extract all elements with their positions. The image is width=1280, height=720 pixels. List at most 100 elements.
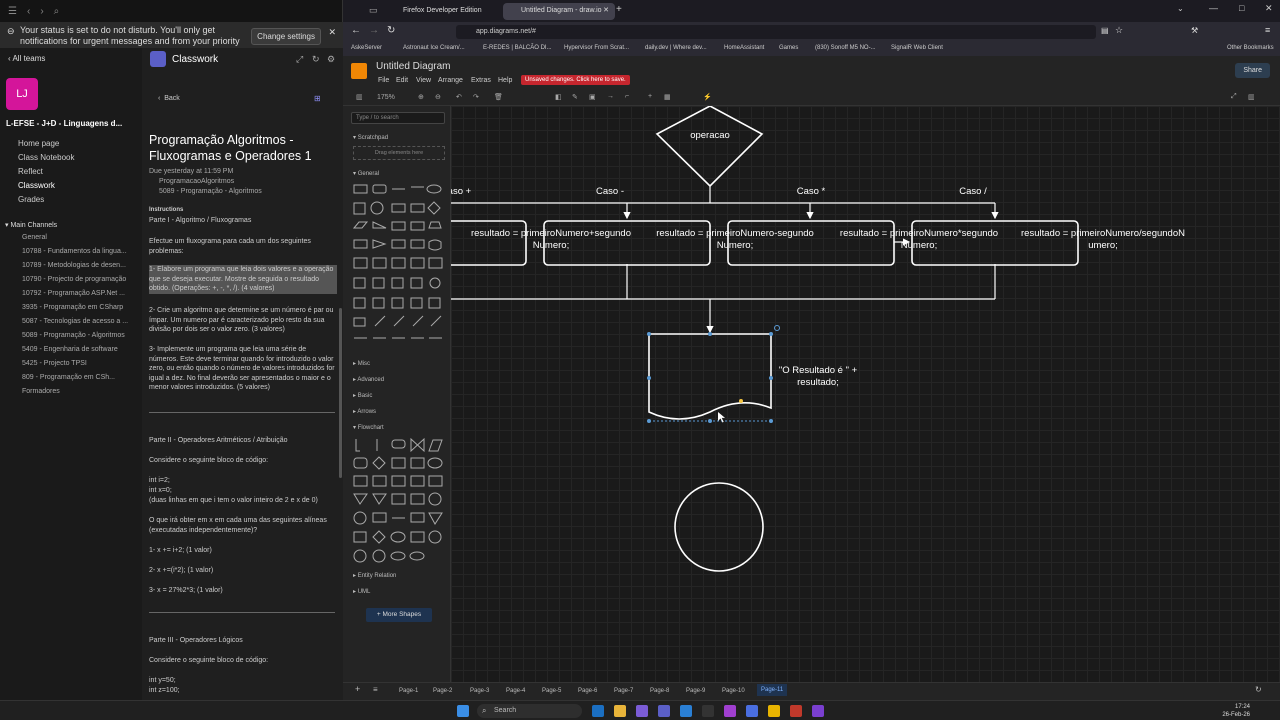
taskbar-search[interactable]: ⌕ Search (477, 704, 582, 718)
new-tab-icon[interactable]: + (616, 4, 622, 15)
bookmark-item[interactable]: E-REDES | BALCÃO DI... (483, 45, 552, 51)
minimize-icon[interactable]: — (1209, 3, 1218, 13)
scratchpad-dropzone[interactable]: Drag elements here (353, 146, 445, 160)
channel-item[interactable]: 5425 - Projecto TPSI (22, 360, 87, 367)
scratchpad-header[interactable]: ▾ Scratchpad (353, 134, 388, 141)
sync-icon[interactable]: ↻ (1255, 685, 1262, 694)
page-tab[interactable]: Page-3 (470, 688, 489, 694)
flowchart-diagram[interactable]: operacao Caso + (451, 106, 1280, 682)
back-arrow-icon[interactable]: ← (351, 25, 361, 36)
back-icon[interactable]: ‹ (27, 6, 30, 17)
pages-menu-icon[interactable]: ≡ (373, 685, 378, 694)
redo-icon[interactable]: ↷ (473, 93, 479, 101)
bookmark-item[interactable]: AskeServer (351, 45, 382, 51)
page-tab[interactable]: Page-9 (686, 688, 705, 694)
selection-handles[interactable] (647, 332, 773, 423)
expand-icon[interactable]: ⤢ (296, 54, 303, 65)
rotate-handle-icon[interactable] (774, 325, 780, 331)
menu-view[interactable]: View (416, 77, 431, 84)
diagram-canvas[interactable]: operacao Caso + (451, 106, 1280, 682)
vscode-icon[interactable] (680, 705, 692, 717)
tab-firefox[interactable]: Firefox Developer Edition (385, 3, 493, 20)
fullscreen-icon[interactable]: ⤢ (1231, 93, 1237, 101)
menu-edit[interactable]: Edit (396, 77, 408, 84)
teams-icon[interactable] (658, 705, 670, 717)
page-tab[interactable]: Page-5 (542, 688, 561, 694)
settings-icon[interactable]: ⚙ (327, 54, 335, 65)
team-name[interactable]: L-EFSE - J+D - Linguagens d... (6, 119, 122, 128)
line-color-icon[interactable]: ✎ (572, 93, 578, 101)
channel-item[interactable]: 10788 - Fundamentos da lingua... (22, 248, 127, 255)
section-entity-relation[interactable]: ▸ Entity Relation (353, 572, 396, 579)
unsaved-changes-button[interactable]: Unsaved changes. Click here to save. (521, 75, 630, 85)
clock[interactable]: 17:24 26-Feb-26 (1222, 703, 1250, 719)
channel-item[interactable]: 3935 - Programação em CSharp (22, 304, 123, 311)
flowchart-shapes-grid[interactable] (351, 436, 445, 566)
terminal-icon[interactable] (702, 705, 714, 717)
output-document-shape[interactable] (648, 333, 772, 420)
shape-search-input[interactable]: Type / to search (351, 112, 445, 124)
channel-item[interactable]: General (22, 234, 47, 241)
change-settings-button[interactable]: Change settings (251, 28, 321, 45)
nav-class-notebook[interactable]: Class Notebook (18, 153, 74, 162)
app-icon[interactable] (790, 705, 802, 717)
chrome-icon[interactable] (768, 705, 780, 717)
scrollbar[interactable] (339, 308, 342, 478)
nav-classwork[interactable]: Classwork (18, 181, 55, 190)
app-icon[interactable] (746, 705, 758, 717)
extensions-icon[interactable]: ⚒ (1191, 26, 1198, 35)
page-tab[interactable]: Page-4 (506, 688, 525, 694)
firefox-dev-icon[interactable] (812, 705, 824, 717)
page-tab[interactable]: Page-10 (722, 688, 745, 694)
zoom-select[interactable]: 175% (377, 94, 395, 101)
bookmark-item[interactable]: HomeAssistant (724, 45, 764, 51)
menu-help[interactable]: Help (498, 77, 512, 84)
circle-shape[interactable] (674, 482, 764, 572)
section-flowchart[interactable]: ▾ Flowchart (353, 424, 384, 431)
share-button[interactable]: Share (1235, 63, 1270, 78)
section-arrows[interactable]: ▸ Arrows (353, 408, 376, 415)
channel-item[interactable]: 10792 - Programação ASP.Net ... (22, 290, 125, 297)
start-icon[interactable] (457, 705, 469, 717)
nav-reflect[interactable]: Reflect (18, 167, 43, 176)
channel-item[interactable]: 10789 - Metodologias de desen... (22, 262, 126, 269)
search-icon[interactable]: ⌕ (54, 6, 60, 17)
waypoint-icon[interactable]: ⌐ (625, 93, 629, 100)
discord-icon[interactable] (636, 705, 648, 717)
page-tab[interactable]: Page-7 (614, 688, 633, 694)
channel-item[interactable]: 5409 - Engenharia de software (22, 346, 118, 353)
section-misc[interactable]: ▸ Misc (353, 360, 370, 367)
add-page-icon[interactable]: + (355, 684, 360, 694)
nav-home[interactable]: Home page (18, 139, 59, 148)
section-general[interactable]: ▾ General (353, 170, 379, 177)
bookmark-item[interactable]: Other Bookmarks (1227, 45, 1274, 51)
bookmark-item[interactable]: Hypervisor From Scrat... (564, 45, 629, 51)
file-explorer-icon[interactable] (614, 705, 626, 717)
channel-item[interactable]: 809 - Programação em CSh... (22, 374, 115, 381)
back-link[interactable]: ‹ Back (158, 95, 180, 102)
bookmark-star-icon[interactable]: ☆ (1115, 25, 1123, 36)
insert-icon[interactable]: + (648, 93, 652, 100)
zoom-out-icon[interactable]: ⊖ (435, 93, 441, 101)
bookmark-item[interactable]: SignalR Web Client (891, 45, 943, 51)
maximize-icon[interactable]: □ (1239, 3, 1244, 13)
table-icon[interactable]: ▦ (664, 93, 671, 101)
close-window-icon[interactable]: ✕ (1265, 3, 1273, 14)
menu-icon[interactable]: ☰ (8, 6, 17, 17)
channel-item[interactable]: 5089 - Programação - Algoritmos (22, 332, 125, 339)
channel-item[interactable]: 5087 - Tecnologias de acesso a ... (22, 318, 128, 325)
page-tab[interactable]: Page-2 (433, 688, 452, 694)
all-teams-link[interactable]: ‹ All teams (8, 54, 45, 63)
refresh-icon[interactable]: ↻ (312, 54, 320, 65)
sketch-icon[interactable]: ⚡ (703, 93, 712, 101)
decision-shape[interactable] (655, 106, 764, 188)
bookmark-item[interactable]: Astronaut Ice Cream/... (403, 45, 465, 51)
bookmark-item[interactable]: (830) Sonoff M5 NO-... (815, 45, 876, 51)
bookmark-item[interactable]: daily.dev | Where dev... (645, 45, 707, 51)
tab-list-icon[interactable]: ▭ (369, 5, 378, 16)
bookmark-item[interactable]: Games (779, 45, 798, 51)
adjust-handle-icon[interactable] (739, 399, 743, 403)
section-basic[interactable]: ▸ Basic (353, 392, 372, 399)
delete-icon[interactable]: 🗑 (494, 93, 503, 101)
nav-grades[interactable]: Grades (18, 195, 44, 204)
